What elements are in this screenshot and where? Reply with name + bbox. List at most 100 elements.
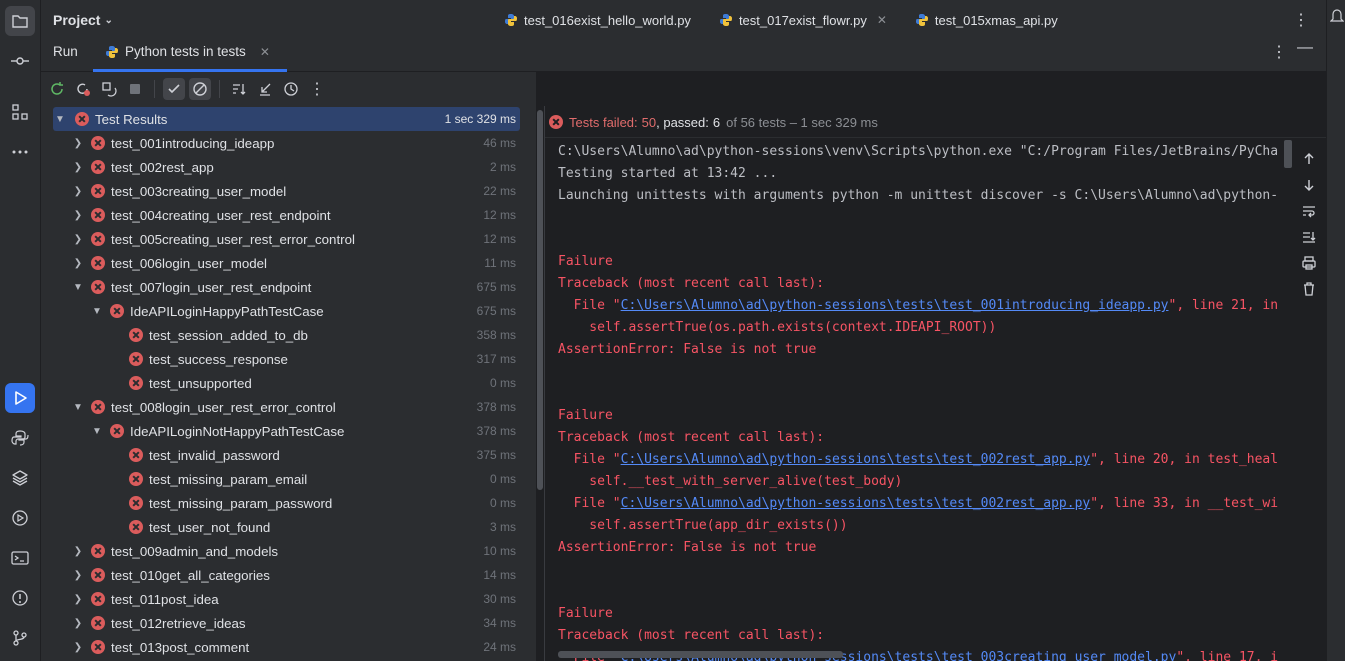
toggle-auto-test-icon[interactable] bbox=[98, 78, 120, 100]
traceback-file-link[interactable]: C:\Users\Alumno\ad\python-sessions\tests… bbox=[621, 452, 1091, 467]
run-icon[interactable] bbox=[5, 383, 35, 413]
services-icon[interactable] bbox=[5, 503, 35, 533]
console-scrollbar[interactable] bbox=[1284, 140, 1292, 168]
tree-scrollbar[interactable] bbox=[537, 110, 543, 490]
console-horizontal-scrollbar[interactable] bbox=[558, 651, 843, 658]
chevron-down-icon[interactable]: ▼ bbox=[90, 306, 104, 317]
trash-icon[interactable] bbox=[1300, 280, 1318, 298]
tree-row[interactable]: ▼ test_007login_user_rest_endpoint 675 m… bbox=[53, 275, 520, 299]
tree-row[interactable]: test_session_added_to_db 358 ms bbox=[53, 323, 520, 347]
tree-row[interactable]: ❯ test_006login_user_model 11 ms bbox=[53, 251, 520, 275]
chevron-right-icon[interactable]: ❯ bbox=[71, 138, 85, 149]
console-line: AssertionError: False is not true bbox=[558, 540, 817, 555]
traceback-suffix: ", line 21, in bbox=[1168, 298, 1279, 313]
tree-row[interactable]: ▼ IdeAPILoginHappyPathTestCase 675 ms bbox=[53, 299, 520, 323]
tree-row[interactable]: ▼ test_008login_user_rest_error_control … bbox=[53, 395, 520, 419]
chevron-right-icon[interactable]: ❯ bbox=[71, 162, 85, 173]
chevron-right-icon[interactable]: ❯ bbox=[71, 618, 85, 629]
tree-row[interactable]: ❯ test_012retrieve_ideas 34 ms bbox=[53, 611, 520, 635]
close-icon[interactable]: ✕ bbox=[877, 13, 887, 27]
chevron-right-icon[interactable]: ❯ bbox=[71, 546, 85, 557]
notifications-icon[interactable] bbox=[1329, 8, 1345, 26]
import-tests-icon[interactable] bbox=[254, 78, 276, 100]
git-icon[interactable] bbox=[5, 623, 35, 653]
commit-icon[interactable] bbox=[5, 46, 35, 76]
test-name: test_007login_user_rest_endpoint bbox=[111, 279, 312, 295]
problems-icon[interactable] bbox=[5, 583, 35, 613]
stop-icon[interactable] bbox=[124, 78, 146, 100]
tree-row[interactable]: ❯ test_009admin_and_models 10 ms bbox=[53, 539, 520, 563]
chevron-down-icon[interactable]: ▼ bbox=[53, 114, 67, 125]
test-duration: 0 ms bbox=[489, 376, 516, 390]
rerun-failed-icon[interactable] bbox=[72, 78, 94, 100]
structure-icon[interactable] bbox=[5, 97, 35, 127]
tree-row[interactable]: ❯ test_004creating_user_rest_endpoint 12… bbox=[53, 203, 520, 227]
run-tab[interactable]: Python tests in tests ✕ bbox=[93, 31, 282, 72]
python-console-icon[interactable] bbox=[5, 423, 35, 453]
chevron-right-icon[interactable]: ❯ bbox=[71, 570, 85, 581]
console-line: Failure bbox=[558, 408, 613, 423]
python-tests-icon bbox=[106, 45, 118, 58]
traceback-file-link[interactable]: C:\Users\Alumno\ad\python-sessions\tests… bbox=[621, 298, 1169, 313]
tree-row[interactable]: ▼ IdeAPILoginNotHappyPathTestCase 378 ms bbox=[53, 419, 520, 443]
minimize-icon[interactable]: — bbox=[1297, 39, 1313, 57]
more-vertical-icon[interactable]: ⋮ bbox=[306, 78, 328, 100]
test-failed-icon bbox=[110, 424, 124, 438]
console-line: File "C:\Users\Alumno\ad\python-sessions… bbox=[558, 493, 1278, 515]
tree-row[interactable]: ❯ test_001introducing_ideapp 46 ms bbox=[53, 131, 520, 155]
rerun-icon[interactable] bbox=[46, 78, 68, 100]
terminal-icon[interactable] bbox=[5, 543, 35, 573]
python-packages-icon[interactable] bbox=[5, 463, 35, 493]
chevron-down-icon[interactable]: ▼ bbox=[71, 282, 85, 293]
traceback-file-link[interactable]: C:\Users\Alumno\ad\python-sessions\tests… bbox=[621, 496, 1091, 511]
tree-row[interactable]: test_success_response 317 ms bbox=[53, 347, 520, 371]
tree-row[interactable]: test_invalid_password 375 ms bbox=[53, 443, 520, 467]
run-tab-label: Python tests in tests bbox=[125, 44, 246, 59]
scroll-to-end-icon[interactable] bbox=[1300, 228, 1318, 246]
print-icon[interactable] bbox=[1300, 254, 1318, 272]
console-output[interactable]: C:\Users\Alumno\ad\python-sessions\venv\… bbox=[558, 140, 1293, 661]
console-line: self.assertTrue(app_dir_exists()) bbox=[558, 518, 848, 533]
chevron-down-icon[interactable]: ▼ bbox=[71, 402, 85, 413]
show-passed-icon[interactable] bbox=[163, 78, 185, 100]
chevron-right-icon[interactable]: ❯ bbox=[71, 594, 85, 605]
more-vertical-icon[interactable]: ⋮ bbox=[1293, 10, 1309, 30]
tree-row[interactable]: ❯ test_011post_idea 30 ms bbox=[53, 587, 520, 611]
tree-row[interactable]: test_missing_param_email 0 ms bbox=[53, 467, 520, 491]
tree-row[interactable]: ❯ test_010get_all_categories 14 ms bbox=[53, 563, 520, 587]
tree-row[interactable]: ❯ test_005creating_user_rest_error_contr… bbox=[53, 227, 520, 251]
project-dropdown[interactable]: Project ⌄ bbox=[53, 12, 113, 28]
tree-row[interactable]: ❯ test_002rest_app 2 ms bbox=[53, 155, 520, 179]
sort-icon[interactable] bbox=[228, 78, 250, 100]
test-failed-icon bbox=[91, 160, 105, 174]
chevron-right-icon[interactable]: ❯ bbox=[71, 186, 85, 197]
close-icon[interactable]: ✕ bbox=[260, 45, 270, 59]
history-icon[interactable] bbox=[280, 78, 302, 100]
test-duration: 378 ms bbox=[476, 400, 516, 414]
test-failed-icon bbox=[91, 592, 105, 606]
chevron-right-icon[interactable]: ❯ bbox=[71, 258, 85, 269]
more-vertical-icon[interactable]: ⋮ bbox=[1271, 42, 1287, 62]
tree-row[interactable]: ▼ Test Results 1 sec 329 ms bbox=[53, 107, 520, 131]
arrow-down-icon[interactable] bbox=[1300, 176, 1318, 194]
test-failed-icon bbox=[91, 184, 105, 198]
project-view-icon[interactable] bbox=[5, 6, 35, 36]
chevron-down-icon[interactable]: ▼ bbox=[90, 426, 104, 437]
tree-row[interactable]: test_unsupported 0 ms bbox=[53, 371, 520, 395]
test-duration: 2 ms bbox=[489, 160, 516, 174]
test-results-tree: ▼ Test Results 1 sec 329 ms ❯ test_001in… bbox=[41, 106, 536, 661]
arrow-up-icon[interactable] bbox=[1300, 150, 1318, 168]
tree-row[interactable]: test_user_not_found 3 ms bbox=[53, 515, 520, 539]
test-name: test_unsupported bbox=[149, 375, 252, 391]
show-ignored-icon[interactable] bbox=[189, 78, 211, 100]
chevron-right-icon[interactable]: ❯ bbox=[71, 642, 85, 653]
chevron-right-icon[interactable]: ❯ bbox=[71, 234, 85, 245]
editor-tab-label: test_016exist_hello_world.py bbox=[524, 12, 691, 28]
test-name: test_003creating_user_model bbox=[111, 183, 287, 199]
soft-wrap-icon[interactable] bbox=[1300, 202, 1318, 220]
more-tools-icon[interactable] bbox=[5, 137, 35, 167]
chevron-right-icon[interactable]: ❯ bbox=[71, 210, 85, 221]
tree-row[interactable]: ❯ test_013post_comment 24 ms bbox=[53, 635, 520, 659]
tree-row[interactable]: test_missing_param_password 0 ms bbox=[53, 491, 520, 515]
tree-row[interactable]: ❯ test_003creating_user_model 22 ms bbox=[53, 179, 520, 203]
